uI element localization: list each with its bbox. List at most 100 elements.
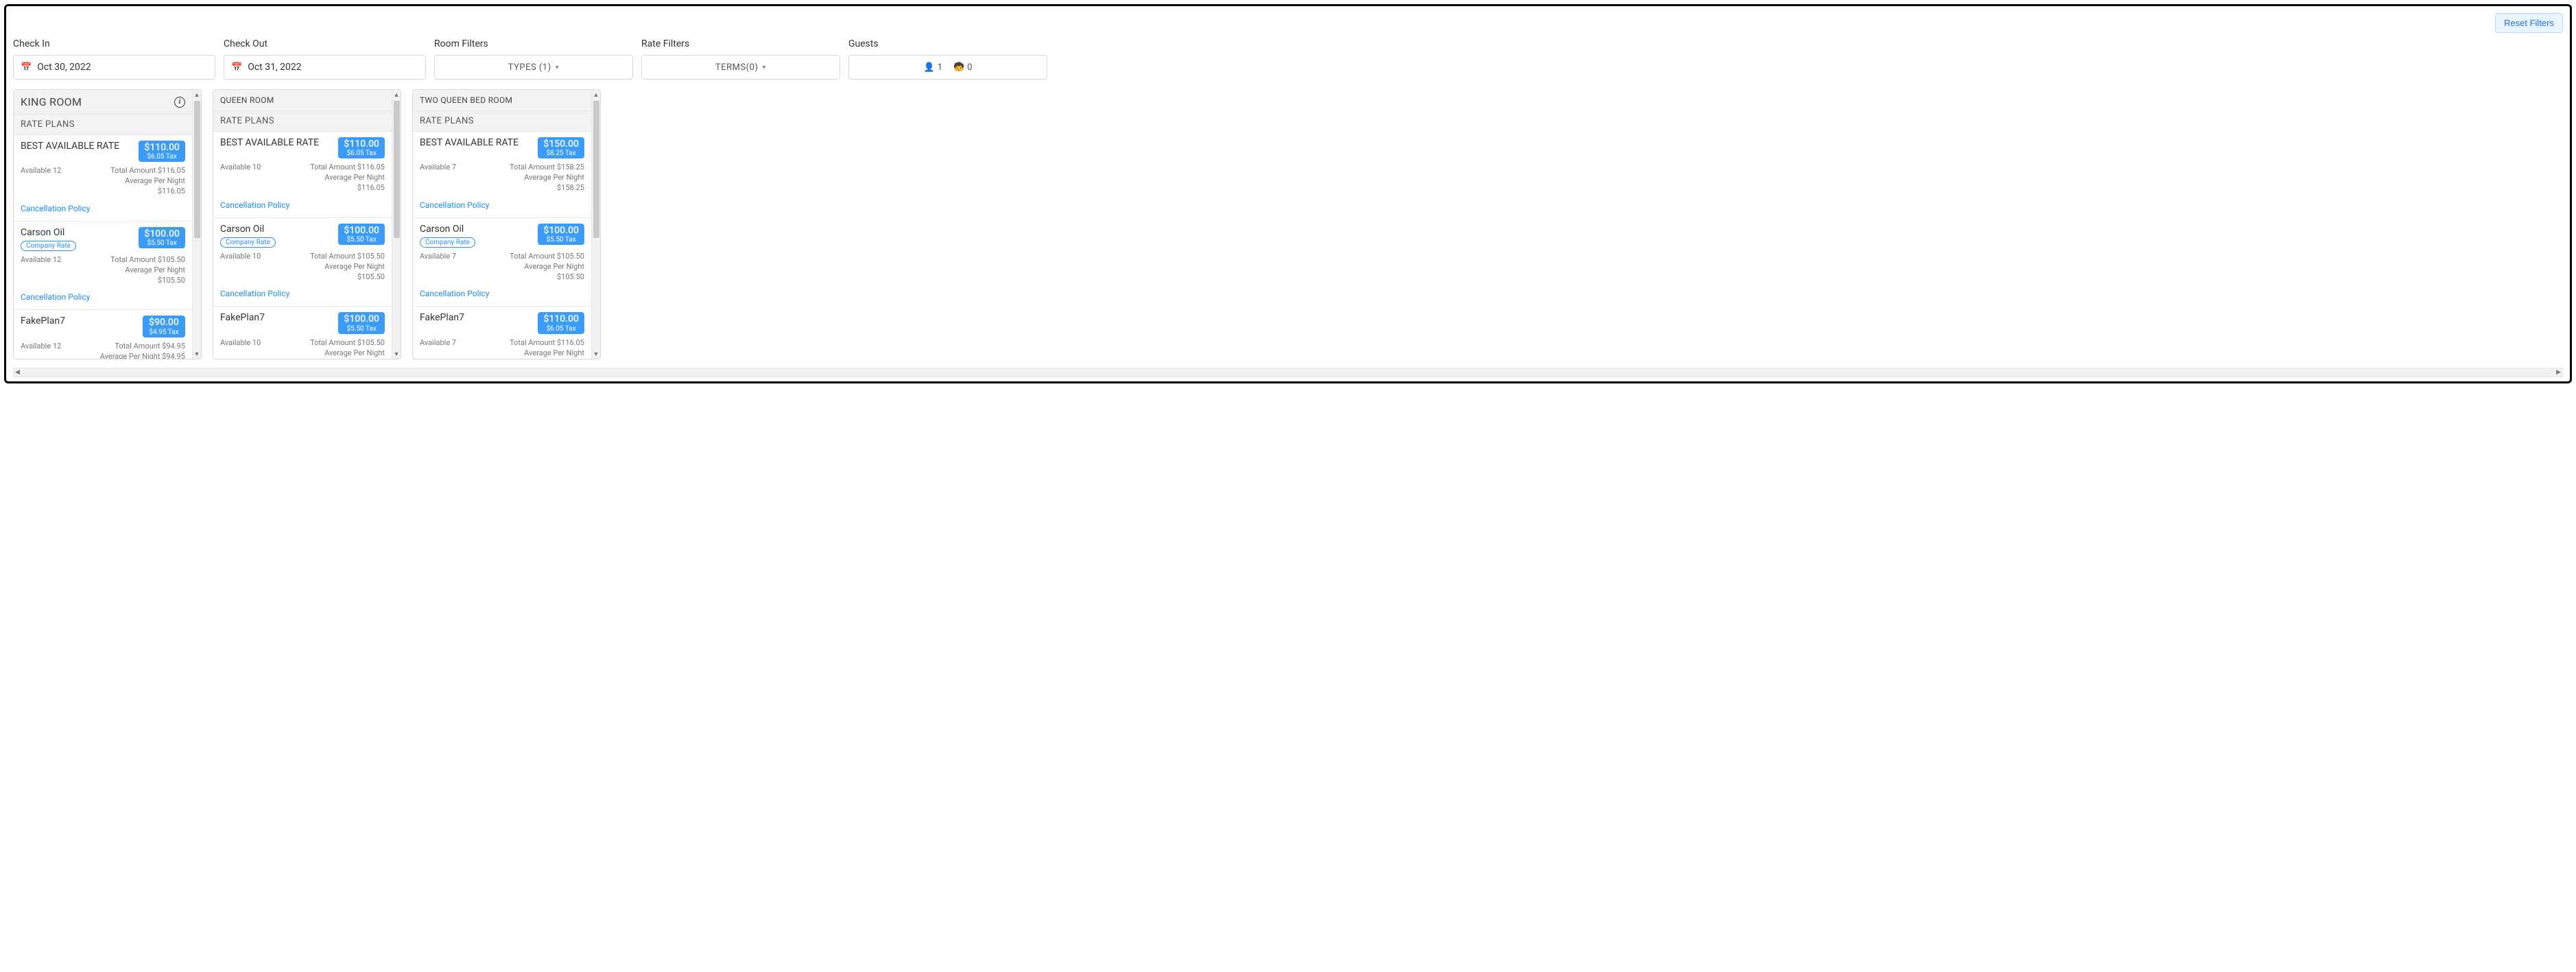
rate-plan-item[interactable]: BEST AVAILABLE RATE$150.00$8.25 TaxAvail… — [413, 132, 591, 218]
room-header: TWO QUEEN BED ROOM — [413, 90, 591, 111]
availability: Available 12 — [21, 166, 61, 175]
plan-name: BEST AVAILABLE RATE — [21, 141, 119, 152]
price-tax: $8.25 Tax — [543, 150, 579, 157]
rate-plan-item[interactable]: Carson OilCompany Rate$100.00$5.50 TaxAv… — [413, 218, 591, 307]
rate-filters-label: Rate Filters — [641, 38, 840, 49]
chevron-down-icon: ▾ — [556, 64, 560, 71]
price-badge[interactable]: $100.00$5.50 Tax — [538, 224, 584, 245]
availability: Available 7 — [420, 163, 456, 171]
scroll-up-icon[interactable]: ▲ — [394, 90, 400, 99]
scroll-right-icon[interactable]: ▶ — [2556, 369, 2561, 376]
price-tax: $6.05 Tax — [543, 325, 579, 333]
room-filters-dropdown[interactable]: TYPES (1) ▾ — [434, 55, 633, 80]
scroll-up-icon[interactable]: ▲ — [194, 90, 200, 99]
price-amount: $150.00 — [543, 139, 579, 150]
scroll-down-icon[interactable]: ▼ — [394, 349, 400, 359]
rate-plan-item[interactable]: FakePlan7$100.00$5.50 TaxAvailable 10Tot… — [213, 307, 392, 359]
checkout-group: Check Out 📅 Oct 31, 2022 — [224, 38, 426, 80]
cancellation-policy-link[interactable]: Cancellation Policy — [420, 289, 489, 298]
cancellation-policy-link[interactable]: Cancellation Policy — [220, 289, 289, 298]
totals: Total Amount $158.25Average Per Night$15… — [510, 163, 584, 193]
guests-group: Guests 👤 1 🧒 0 — [848, 38, 1047, 80]
vertical-scrollbar[interactable]: ▲▼ — [591, 90, 600, 359]
price-amount: $100.00 — [344, 226, 379, 236]
rooms-row: ▲▼KING ROOMiRATE PLANSBEST AVAILABLE RAT… — [13, 89, 2563, 359]
price-badge[interactable]: $110.00$6.05 Tax — [338, 137, 385, 158]
checkin-value: Oct 30, 2022 — [37, 62, 91, 73]
top-bar: Reset Filters — [13, 13, 2563, 33]
availability: Available 12 — [21, 255, 61, 264]
reset-filters-button[interactable]: Reset Filters — [2495, 13, 2563, 33]
rate-filters-dropdown[interactable]: TERMS(0) ▾ — [641, 55, 840, 80]
price-badge[interactable]: $90.00$4.95 Tax — [143, 316, 185, 337]
price-amount: $110.00 — [144, 143, 180, 153]
scroll-thumb[interactable] — [593, 101, 599, 238]
info-icon[interactable]: i — [174, 97, 185, 108]
price-badge[interactable]: $100.00$5.50 Tax — [338, 312, 385, 333]
totals: Total Amount $105.50Average Per Night$10… — [110, 255, 185, 286]
vertical-scrollbar[interactable]: ▲▼ — [392, 90, 401, 359]
price-amount: $110.00 — [344, 139, 379, 150]
cancellation-policy-link[interactable]: Cancellation Policy — [21, 292, 90, 302]
availability: Available 10 — [220, 252, 261, 261]
plan-name: Carson Oil — [220, 224, 276, 235]
price-tax: $5.50 Tax — [344, 236, 379, 244]
child-icon: 🧒 — [953, 62, 964, 73]
guests-selector[interactable]: 👤 1 🧒 0 — [848, 55, 1047, 80]
price-badge[interactable]: $100.00$5.50 Tax — [139, 227, 185, 248]
price-tax: $6.05 Tax — [144, 153, 180, 161]
rate-plan-item[interactable]: BEST AVAILABLE RATE$110.00$6.05 TaxAvail… — [213, 132, 392, 218]
totals: Total Amount $116.05Average Per Night$11… — [510, 338, 584, 359]
cancellation-policy-link[interactable]: Cancellation Policy — [21, 204, 90, 213]
room-card: ▲▼QUEEN ROOMRATE PLANSBEST AVAILABLE RAT… — [213, 89, 401, 359]
rate-plan-item[interactable]: Carson OilCompany Rate$100.00$5.50 TaxAv… — [213, 218, 392, 307]
adult-icon: 👤 — [924, 62, 935, 73]
totals: Total Amount $105.50Average Per Night$10… — [310, 252, 385, 283]
app-frame: Reset Filters Check In 📅 Oct 30, 2022 Ch… — [4, 4, 2572, 383]
price-amount: $100.00 — [543, 226, 579, 236]
price-badge[interactable]: $110.00$6.05 Tax — [538, 312, 584, 333]
room-filters-group: Room Filters TYPES (1) ▾ — [434, 38, 633, 80]
price-tax: $5.50 Tax — [344, 325, 379, 333]
rate-plan-item[interactable]: BEST AVAILABLE RATE $110.00$6.05 Tax Avail… — [14, 135, 192, 222]
scroll-thumb[interactable] — [394, 101, 400, 238]
rate-plan-item[interactable]: FakePlan7$90.00$4.95 TaxAvailable 12Tota… — [14, 310, 192, 359]
room-header: QUEEN ROOM — [213, 90, 392, 111]
price-badge[interactable]: $100.00$5.50 Tax — [338, 224, 385, 245]
rate-plan-item[interactable]: FakePlan7$110.00$6.05 TaxAvailable 7Tota… — [413, 307, 591, 359]
price-tax: $5.50 Tax — [144, 239, 180, 247]
vertical-scrollbar[interactable]: ▲▼ — [192, 90, 201, 359]
calendar-icon: 📅 — [231, 62, 242, 73]
room-title: TWO QUEEN BED ROOM — [420, 95, 512, 105]
plan-name: FakePlan7 — [21, 316, 65, 327]
checkin-label: Check In — [13, 38, 215, 49]
price-badge[interactable]: $110.00$6.05 Tax — [139, 141, 185, 162]
checkout-value: Oct 31, 2022 — [248, 62, 301, 73]
room-card: ▲▼TWO QUEEN BED ROOMRATE PLANSBEST AVAIL… — [412, 89, 601, 359]
scroll-thumb[interactable] — [194, 101, 200, 238]
totals: Total Amount $116.05Average Per Night$11… — [310, 163, 385, 193]
cancellation-policy-link[interactable]: Cancellation Policy — [220, 200, 289, 210]
room-header: KING ROOM i — [14, 90, 192, 115]
price-tax: $6.05 Tax — [344, 150, 379, 157]
price-amount: $110.00 — [543, 314, 579, 324]
rate-plans-label: RATE PLANS — [14, 115, 192, 135]
checkout-input[interactable]: 📅 Oct 31, 2022 — [224, 55, 426, 80]
room-title: KING ROOM — [21, 95, 82, 108]
scroll-down-icon[interactable]: ▼ — [593, 349, 599, 359]
price-badge[interactable]: $150.00$8.25 Tax — [538, 137, 584, 158]
scroll-down-icon[interactable]: ▼ — [194, 349, 200, 359]
checkout-label: Check Out — [224, 38, 426, 49]
cancellation-policy-link[interactable]: Cancellation Policy — [420, 200, 489, 210]
rate-plans-label: RATE PLANS — [413, 111, 591, 132]
room-filters-label: Room Filters — [434, 38, 633, 49]
scroll-left-icon[interactable]: ◀ — [15, 369, 20, 376]
horizontal-scrollbar[interactable]: ◀ ▶ — [13, 368, 2563, 377]
checkin-input[interactable]: 📅 Oct 30, 2022 — [13, 55, 215, 80]
rate-plans-label: RATE PLANS — [213, 111, 392, 132]
plan-name: Carson Oil — [21, 227, 76, 238]
totals: Total Amount $105.50Average Per Night$10… — [510, 252, 584, 283]
rate-plan-item[interactable]: Carson OilCompany Rate$100.00$5.50 TaxAv… — [14, 222, 192, 311]
scroll-up-icon[interactable]: ▲ — [593, 90, 599, 99]
checkin-group: Check In 📅 Oct 30, 2022 — [13, 38, 215, 80]
